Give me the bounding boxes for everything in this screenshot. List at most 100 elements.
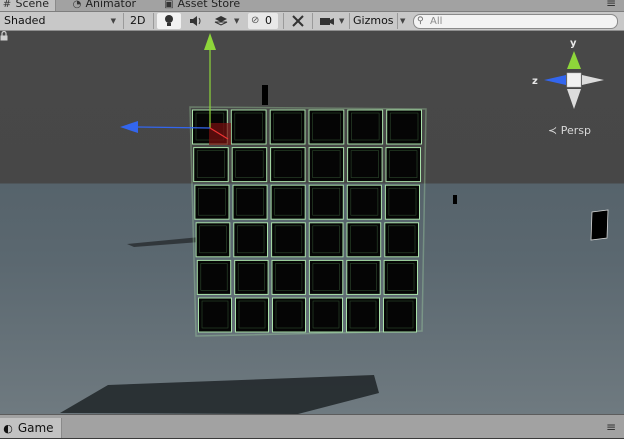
- effects-layers-icon: [214, 16, 228, 26]
- projection-toggle[interactable]: ≺ Persp: [548, 124, 591, 137]
- grid-cube[interactable]: [195, 222, 231, 258]
- chevron-down-icon: ▼: [397, 13, 405, 29]
- camera-icon: [320, 18, 334, 25]
- lightbulb-icon: [165, 15, 173, 26]
- gizmos-dropdown[interactable]: Gizmos ▼: [349, 13, 410, 29]
- tab-menu-icon[interactable]: ≡: [606, 0, 616, 10]
- gizmo-y-cone[interactable]: [567, 51, 581, 69]
- chevron-down-icon: ▼: [339, 17, 345, 25]
- grid-cube[interactable]: [231, 147, 268, 183]
- grid-cube[interactable]: [383, 297, 417, 333]
- grid-cube[interactable]: [233, 222, 269, 258]
- grid-cube[interactable]: [346, 259, 381, 295]
- grid-cube[interactable]: [384, 222, 419, 258]
- grid-cube[interactable]: [346, 184, 382, 220]
- game-controller-icon: ◐: [3, 422, 13, 435]
- toggle-2d-button[interactable]: 2D: [130, 13, 145, 29]
- lock-icon[interactable]: [0, 31, 8, 41]
- scene-object: [590, 209, 609, 241]
- lighting-toggle-button[interactable]: [157, 13, 181, 29]
- grid-cube[interactable]: [308, 109, 345, 145]
- scene-orientation-gizmo[interactable]: [544, 51, 604, 109]
- chevron-down-icon: ▼: [234, 17, 240, 25]
- tools-button[interactable]: [289, 13, 309, 29]
- grid-cube[interactable]: [346, 297, 380, 333]
- persp-chevron-icon: ≺: [548, 124, 558, 137]
- grid-cube[interactable]: [234, 259, 269, 295]
- grid-cube[interactable]: [308, 147, 345, 183]
- hidden-count: 0: [265, 14, 272, 27]
- scene-object: [453, 195, 457, 204]
- editor-tab-strip: # Scene ◔ Animator ▣ Asset Store ≡: [0, 0, 624, 12]
- gizmo-center-cube[interactable]: [566, 72, 582, 88]
- animator-icon: ◔: [72, 0, 82, 10]
- grid-cube[interactable]: [198, 297, 232, 333]
- gizmo-axis-y-label: y: [570, 38, 577, 49]
- gizmos-label: Gizmos: [353, 14, 394, 27]
- grid-cube[interactable]: [385, 147, 421, 183]
- effects-dropdown[interactable]: ▼: [212, 13, 242, 29]
- grid-cube[interactable]: [272, 297, 306, 333]
- tab-game[interactable]: ◐ Game: [0, 418, 62, 438]
- game-tab-menu-icon[interactable]: ≡: [606, 420, 616, 434]
- toolbar-divider: [153, 13, 154, 29]
- tab-animator-label: Animator: [85, 0, 137, 10]
- game-tab-strip: ◐ Game ≡: [0, 414, 624, 438]
- grid-cube[interactable]: [308, 184, 344, 220]
- grid-cube[interactable]: [271, 259, 306, 295]
- search-placeholder: All: [430, 16, 443, 27]
- toolbar-divider: [312, 13, 313, 29]
- grid-cube[interactable]: [384, 184, 420, 220]
- grid-cube[interactable]: [309, 297, 343, 333]
- grid-cube[interactable]: [270, 184, 306, 220]
- ground-shadow: [60, 375, 379, 414]
- grid-cube[interactable]: [194, 184, 230, 220]
- search-icon: ⚲: [417, 16, 424, 26]
- hidden-objects-toggle[interactable]: ⊘ 0: [248, 13, 278, 29]
- audio-toggle-button[interactable]: [186, 13, 206, 29]
- grid-cube[interactable]: [308, 222, 344, 258]
- grid-cube[interactable]: [193, 147, 229, 183]
- grid-cube[interactable]: [230, 109, 267, 145]
- speaker-icon: [190, 16, 201, 26]
- scene-canvas: y z: [60, 33, 609, 414]
- tab-asset-store-label: Asset Store: [177, 0, 241, 10]
- grid-cube[interactable]: [270, 147, 306, 183]
- gizmo-neg-y-cone[interactable]: [567, 89, 581, 109]
- asset-store-icon: ▣: [164, 0, 174, 10]
- grid-cube[interactable]: [271, 222, 306, 258]
- scene-grid-icon: #: [2, 0, 12, 10]
- tab-asset-store[interactable]: ▣ Asset Store: [164, 0, 240, 11]
- grid-cube[interactable]: [347, 109, 384, 145]
- scene-toolbar: Shaded ▼ 2D ▼ ⊘ 0 ▼ Gizmos ▼ ⚲ All: [0, 12, 624, 31]
- projection-label: Persp: [560, 124, 591, 137]
- chevron-down-icon: ▼: [110, 17, 116, 25]
- gizmo-neg-x-cone[interactable]: [582, 75, 604, 85]
- gizmo-z-cone[interactable]: [544, 75, 566, 85]
- toolbar-divider: [123, 13, 124, 29]
- grid-cube[interactable]: [383, 259, 419, 295]
- y-axis-arrow-icon[interactable]: [204, 33, 216, 50]
- shading-mode-value: Shaded: [4, 14, 46, 27]
- tab-scene-label: Scene: [15, 0, 50, 10]
- grid-cube[interactable]: [269, 109, 306, 145]
- toggle-2d-label: 2D: [130, 14, 146, 27]
- grid-cube[interactable]: [235, 297, 269, 333]
- grid-cube[interactable]: [347, 147, 383, 183]
- scene-viewport[interactable]: y z ≺ Persp: [0, 31, 624, 414]
- camera-dropdown[interactable]: ▼: [318, 13, 346, 29]
- tab-game-label: Game: [17, 421, 54, 435]
- grid-cube[interactable]: [346, 222, 382, 258]
- grid-cube[interactable]: [196, 259, 232, 295]
- scene-search-input[interactable]: ⚲ All: [413, 14, 618, 29]
- grid-cube[interactable]: [386, 109, 423, 145]
- grid-cube[interactable]: [308, 259, 344, 295]
- eye-slash-icon: ⊘: [251, 15, 260, 26]
- shading-mode-dropdown[interactable]: Shaded ▼: [4, 13, 118, 29]
- tab-animator[interactable]: ◔ Animator: [72, 0, 136, 11]
- grid-cube[interactable]: [232, 184, 268, 220]
- ground-shadow: [127, 237, 200, 247]
- scene-object: [262, 85, 268, 105]
- z-axis-arrow-icon[interactable]: [120, 121, 138, 133]
- tab-scene[interactable]: # Scene: [0, 0, 57, 11]
